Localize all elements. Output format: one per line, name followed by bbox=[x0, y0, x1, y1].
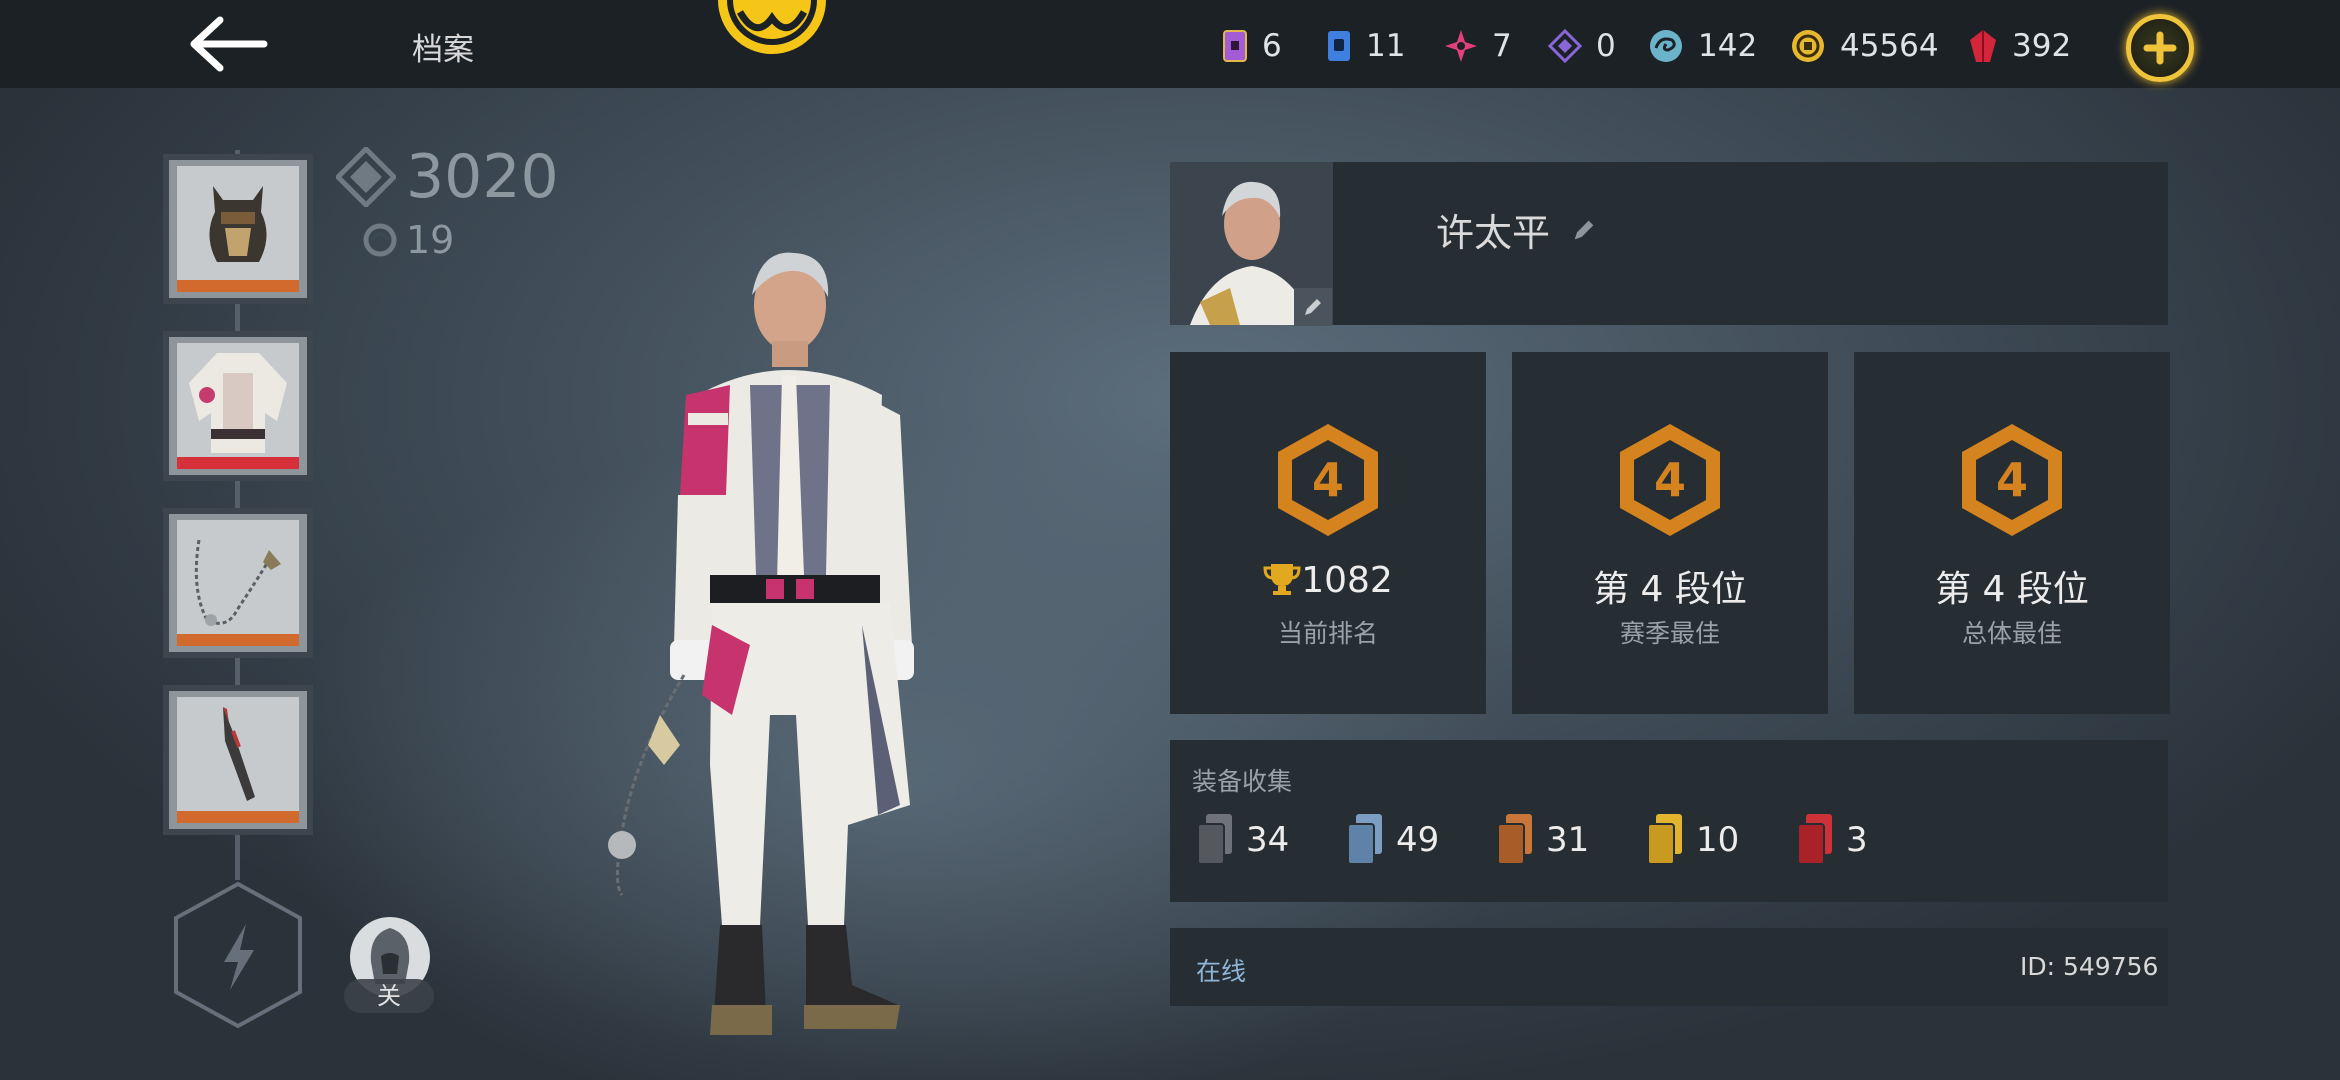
collection-item-blue: 49 bbox=[1346, 812, 1439, 868]
rarity-bar bbox=[177, 811, 299, 823]
rarity-bar bbox=[177, 457, 299, 469]
collection-count: 31 bbox=[1546, 820, 1590, 860]
gold-coin-icon bbox=[1792, 30, 1824, 62]
collection-count: 34 bbox=[1246, 820, 1290, 860]
pink-shuriken-icon bbox=[1445, 30, 1477, 62]
rank-card-overall-best[interactable]: 4 第 4 段位 总体最佳 bbox=[1854, 352, 2170, 714]
player-name: 许太平 bbox=[1436, 211, 1551, 255]
resource-swirl[interactable]: 142 bbox=[1648, 26, 1757, 66]
chain-weapon-icon bbox=[177, 520, 299, 638]
gray-card-icon bbox=[1197, 814, 1232, 865]
back-arrow-icon[interactable] bbox=[190, 14, 270, 74]
sub-rating: 19 bbox=[362, 218, 454, 262]
rarity-bar bbox=[177, 634, 299, 646]
red-card-icon bbox=[1797, 814, 1832, 865]
rank-card-current[interactable]: 4 1082 当前排名 bbox=[1170, 352, 1486, 714]
collection-count: 3 bbox=[1846, 820, 1868, 860]
armor-icon bbox=[177, 343, 299, 461]
equipment-slot-helmet[interactable] bbox=[163, 154, 313, 304]
violet-diamond-icon bbox=[1548, 29, 1582, 63]
power-rating: 3020 bbox=[336, 142, 559, 212]
rank-value: 第 4 段位 bbox=[1935, 569, 2089, 610]
special-ability-slot[interactable] bbox=[172, 880, 304, 1030]
add-currency-button[interactable] bbox=[2126, 14, 2194, 82]
refresh-swirl-icon bbox=[363, 223, 397, 257]
blue-card-icon bbox=[1347, 814, 1382, 865]
resource-diamond[interactable]: 0 bbox=[1548, 26, 1616, 66]
rarity-bar bbox=[177, 280, 299, 292]
pencil-icon bbox=[1305, 299, 1321, 315]
plus-icon bbox=[2143, 31, 2177, 65]
collection-title: 装备收集 bbox=[1192, 767, 1293, 796]
resource-value: 6 bbox=[1262, 28, 1282, 64]
rank-value: 第 4 段位 bbox=[1593, 569, 1747, 610]
resource-value: 11 bbox=[1366, 28, 1406, 64]
blue-card-icon bbox=[1328, 31, 1350, 61]
collection-item-gray: 34 bbox=[1196, 812, 1289, 868]
swirl-icon bbox=[1650, 30, 1682, 62]
pencil-icon[interactable] bbox=[1570, 216, 1598, 244]
equipment-slot-chain-weapon[interactable] bbox=[163, 508, 313, 658]
resource-value: 142 bbox=[1698, 28, 1758, 64]
helmet-icon bbox=[177, 166, 299, 284]
resource-coins[interactable]: 45564 bbox=[1790, 26, 1939, 66]
rank-value: 1082 bbox=[1170, 560, 1486, 601]
gold-card-icon bbox=[1647, 814, 1682, 865]
collection-count: 49 bbox=[1396, 820, 1440, 860]
resource-value: 7 bbox=[1492, 28, 1512, 64]
ruby-gem-icon bbox=[1970, 30, 1996, 62]
resource-blue-card[interactable]: 11 bbox=[1326, 26, 1405, 66]
resource-value: 0 bbox=[1596, 28, 1616, 64]
sub-value: 19 bbox=[406, 218, 455, 262]
equipment-slot-blade[interactable] bbox=[163, 685, 313, 835]
orange-card-icon bbox=[1497, 814, 1532, 865]
status-bar bbox=[1170, 928, 2168, 1006]
character-model[interactable] bbox=[600, 245, 960, 1065]
rank-label: 赛季最佳 bbox=[1619, 619, 1720, 648]
resource-gems[interactable]: 392 bbox=[1968, 26, 2071, 66]
rank-label: 总体最佳 bbox=[1961, 619, 2062, 648]
blade-icon bbox=[177, 697, 299, 815]
rank-badge-icon: 4 bbox=[1610, 420, 1730, 540]
edit-avatar-button[interactable] bbox=[1294, 288, 1332, 326]
rank-label: 当前排名 bbox=[1277, 619, 1378, 648]
rank-card-season-best[interactable]: 4 第 4 段位 赛季最佳 bbox=[1512, 352, 1828, 714]
resource-value: 392 bbox=[2012, 28, 2072, 64]
collection-count: 10 bbox=[1696, 820, 1740, 860]
collection-item-gold: 10 bbox=[1646, 812, 1739, 868]
resource-shuriken[interactable]: 7 bbox=[1444, 26, 1512, 66]
player-id: ID: 549756 bbox=[2020, 952, 2159, 981]
resource-value: 45564 bbox=[1840, 28, 1939, 64]
rank-badge-icon: 4 bbox=[1952, 420, 2072, 540]
clan-emblem-icon[interactable] bbox=[712, 0, 832, 58]
player-name-row[interactable]: 许太平 bbox=[1436, 202, 1598, 257]
equipment-slot-armor[interactable] bbox=[163, 331, 313, 481]
purple-card-icon bbox=[1223, 30, 1247, 62]
online-status: 在线 bbox=[1196, 957, 1247, 986]
power-diamond-icon bbox=[336, 147, 396, 207]
collection-item-red: 3 bbox=[1796, 812, 1868, 868]
rank-badge-number: 4 bbox=[1654, 453, 1686, 507]
rank-score: 1082 bbox=[1301, 560, 1393, 601]
page-title: 档案 bbox=[412, 32, 474, 68]
rank-badge-number: 4 bbox=[1312, 453, 1344, 507]
rank-badge-number: 4 bbox=[1996, 453, 2028, 507]
toggle-label: 关 bbox=[344, 979, 434, 1013]
trophy-icon bbox=[1263, 564, 1301, 595]
rank-badge-icon: 4 bbox=[1268, 420, 1388, 540]
collection-item-orange: 31 bbox=[1496, 812, 1589, 868]
power-value: 3020 bbox=[406, 142, 559, 212]
resource-purple-card[interactable]: 6 bbox=[1222, 26, 1282, 66]
